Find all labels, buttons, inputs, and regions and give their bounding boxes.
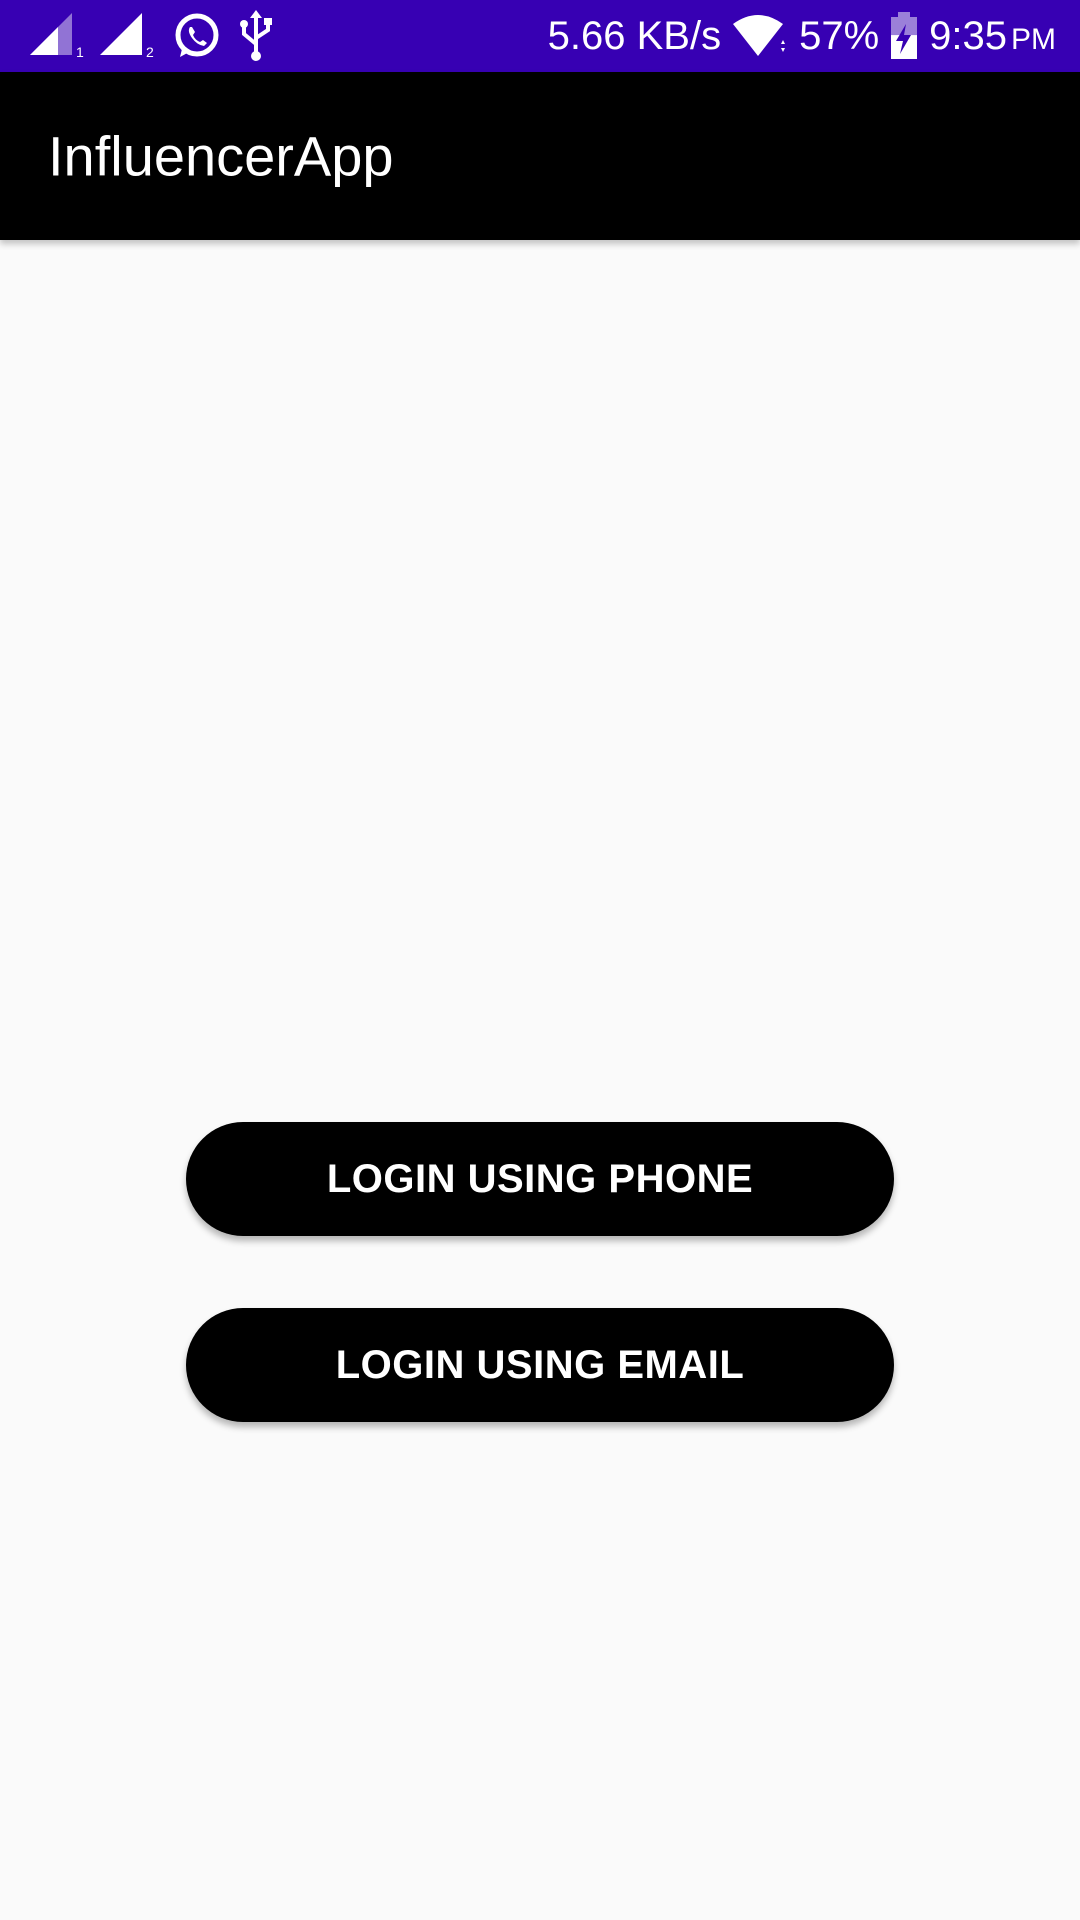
status-bar: 1 2 5.66 KB/s 57% 9:35 PM [0, 0, 1080, 72]
status-bar-left: 1 2 [28, 10, 276, 62]
battery-charging-icon [889, 12, 919, 60]
usb-icon [236, 10, 276, 62]
signal-sim1-icon: 1 [28, 13, 84, 59]
battery-percent: 57% [799, 13, 880, 58]
clock: 9:35 PM [929, 14, 1056, 59]
sim2-label: 2 [146, 44, 154, 59]
wifi-icon [731, 14, 789, 58]
clock-time: 9:35 [929, 13, 1007, 58]
login-email-button[interactable]: LOGIN USING EMAIL [186, 1308, 894, 1422]
signal-sim2-icon: 2 [98, 13, 158, 59]
sim1-label: 1 [76, 44, 84, 59]
app-bar: InfluencerApp [0, 72, 1080, 240]
clock-ampm: PM [1011, 22, 1056, 56]
status-bar-right: 5.66 KB/s 57% 9:35 PM [548, 8, 1056, 64]
login-phone-button[interactable]: LOGIN USING PHONE [186, 1122, 894, 1236]
whatsapp-icon [172, 11, 222, 61]
app-title: InfluencerApp [48, 124, 394, 188]
network-speed: 5.66 KB/s [547, 13, 722, 58]
